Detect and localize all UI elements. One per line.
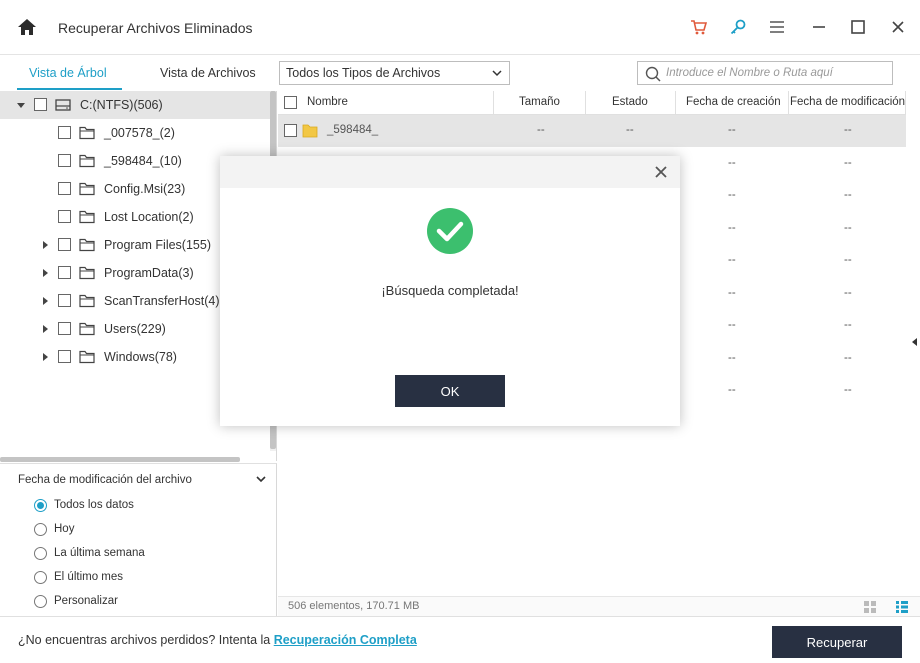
dialog-header — [220, 156, 680, 188]
ok-button[interactable]: OK — [395, 375, 505, 407]
dialog-message: ¡Búsqueda completada! — [381, 283, 519, 298]
scan-complete-dialog: ¡Búsqueda completada! OK — [220, 156, 680, 426]
success-check-icon — [427, 208, 473, 254]
close-icon[interactable] — [654, 165, 668, 179]
modal-overlay: ¡Búsqueda completada! OK — [0, 0, 920, 663]
